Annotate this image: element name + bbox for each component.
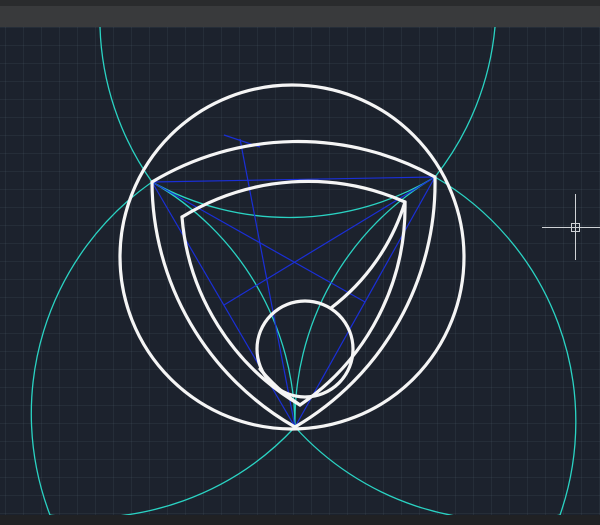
reuleaux-outer-arc-top: [152, 142, 435, 182]
window-bottom-edge: [0, 515, 600, 525]
swoosh-arc-2: [260, 369, 300, 405]
construction-reuleaux-arcs: [31, 27, 576, 515]
drawing-canvas[interactable]: [0, 27, 600, 515]
white-geometry: [120, 85, 464, 429]
title-bar[interactable]: [0, 6, 600, 27]
reuleaux-inner-arc-left: [182, 217, 300, 405]
model-space-viewport[interactable]: [0, 27, 600, 515]
reuleaux-inner-arc-top: [182, 181, 405, 217]
outer-circle: [120, 85, 464, 429]
